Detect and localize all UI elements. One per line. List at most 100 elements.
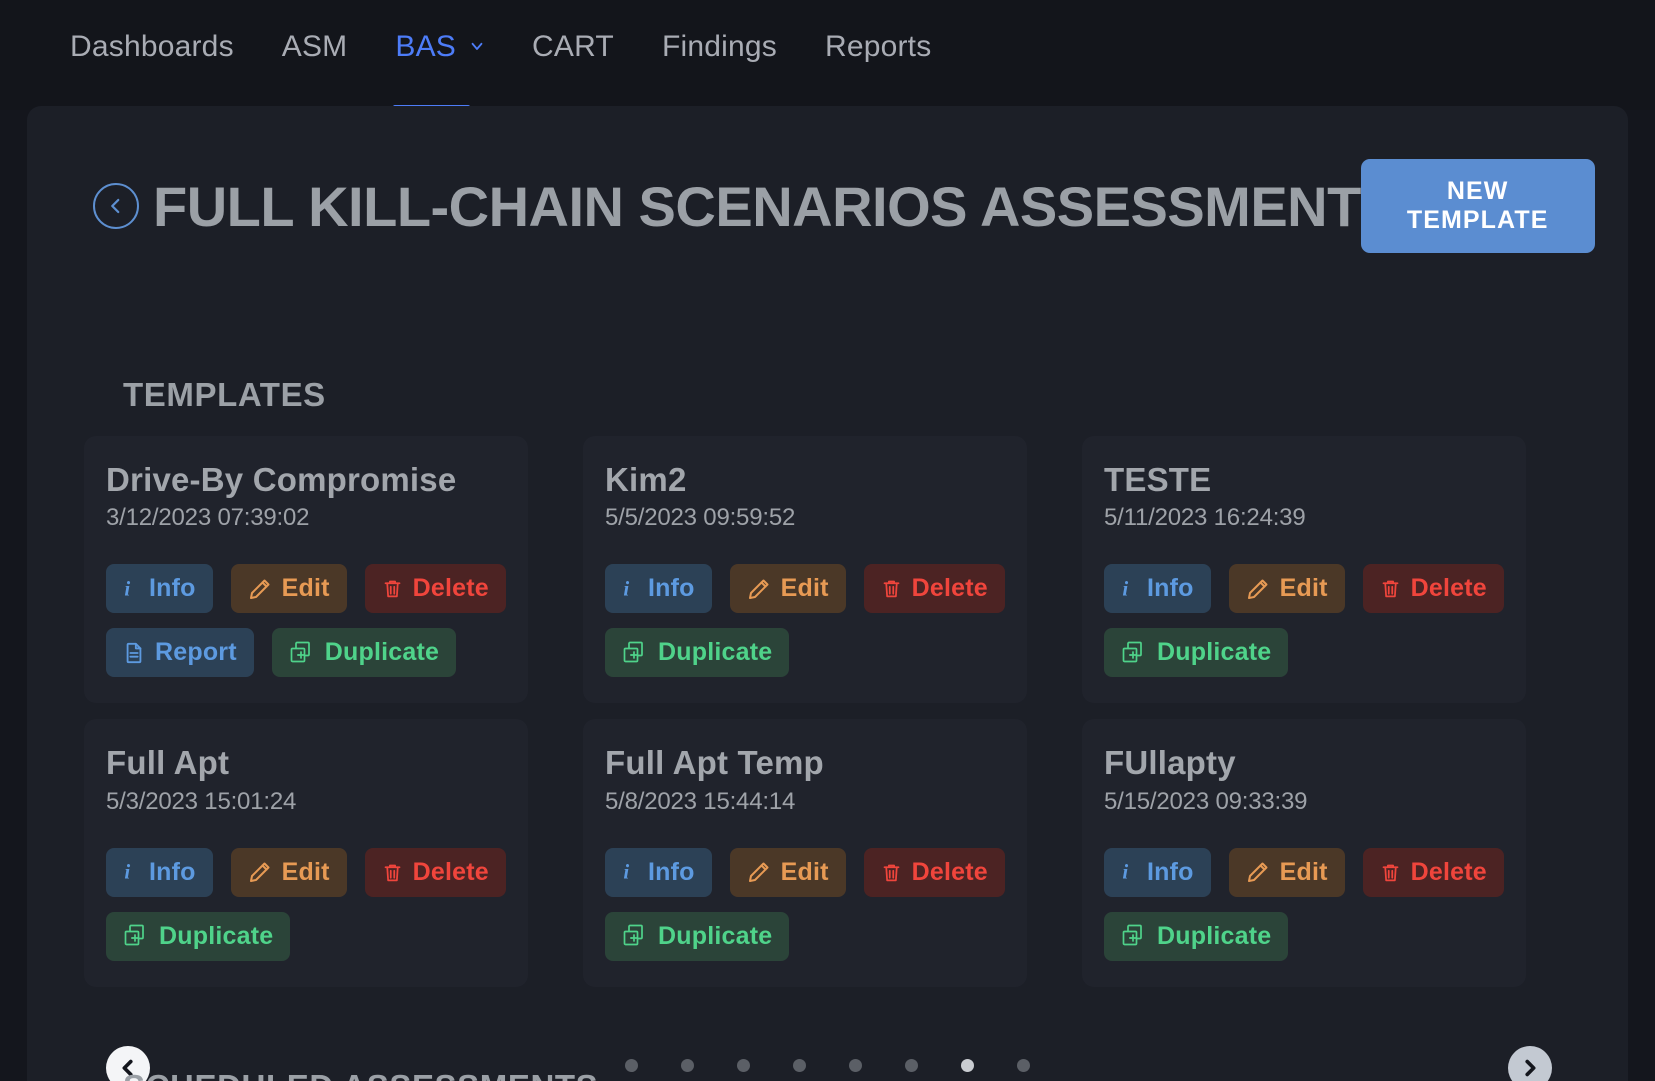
duplicate-button-label: Duplicate: [159, 921, 274, 950]
carousel-dot[interactable]: [961, 1059, 974, 1072]
duplicate-button[interactable]: Duplicate: [605, 911, 790, 961]
info-button[interactable]: i Info: [605, 847, 712, 897]
edit-icon: [747, 860, 771, 884]
edit-button[interactable]: Edit: [230, 564, 347, 614]
edit-button-label: Edit: [780, 574, 829, 603]
delete-button[interactable]: Delete: [1362, 564, 1504, 614]
report-button-label: Report: [155, 638, 237, 667]
title-wrap: FULL KILL-CHAIN SCENARIOS ASSESSMENT: [93, 174, 1361, 239]
info-button[interactable]: i Info: [1104, 847, 1211, 897]
template-card-actions: i Info Edit Delete Duplicate: [605, 847, 1005, 961]
carousel-dot[interactable]: [849, 1059, 862, 1072]
template-card-actions: i Info Edit Delete Duplicate: [1104, 564, 1504, 678]
delete-icon: [881, 861, 902, 884]
duplicate-button[interactable]: Duplicate: [1104, 911, 1289, 961]
template-card[interactable]: Kim2 5/5/2023 09:59:52 i Info Edit Delete Dupl…: [583, 436, 1027, 704]
info-button-label: Info: [648, 574, 695, 603]
main-panel: FULL KILL-CHAIN SCENARIOS ASSESSMENT NEW…: [27, 106, 1628, 1081]
delete-button-label: Delete: [412, 857, 489, 886]
templates-section-label: TEMPLATES: [123, 376, 326, 413]
nav-item-dashboards[interactable]: Dashboards: [70, 26, 234, 64]
nav-item-cart[interactable]: CART: [532, 26, 614, 64]
template-card-title: TESTE: [1104, 461, 1212, 498]
template-card-date: 5/11/2023 16:24:39: [1104, 504, 1306, 532]
duplicate-button-label: Duplicate: [1157, 638, 1272, 667]
carousel-dot[interactable]: [1017, 1059, 1030, 1072]
info-button[interactable]: i Info: [106, 564, 213, 614]
carousel-dot[interactable]: [681, 1059, 694, 1072]
delete-button[interactable]: Delete: [364, 847, 506, 897]
delete-button[interactable]: Delete: [863, 847, 1005, 897]
delete-button-label: Delete: [911, 857, 988, 886]
edit-button[interactable]: Edit: [1228, 564, 1345, 614]
edit-button[interactable]: Edit: [729, 564, 846, 614]
duplicate-button[interactable]: Duplicate: [106, 911, 291, 961]
template-card-date: 3/12/2023 07:39:02: [106, 504, 310, 532]
template-card[interactable]: FUllapty 5/15/2023 09:33:39 i Info Edit Delet…: [1082, 719, 1526, 987]
carousel-dot[interactable]: [625, 1059, 638, 1072]
template-card-title: FUllapty: [1104, 744, 1236, 782]
template-card[interactable]: Full Apt Temp 5/8/2023 15:44:14 i Info Edit D…: [583, 719, 1027, 987]
info-button[interactable]: i Info: [605, 564, 712, 614]
carousel-dot[interactable]: [793, 1059, 806, 1072]
nav-item-findings[interactable]: Findings: [662, 26, 777, 64]
duplicate-button-label: Duplicate: [658, 921, 773, 950]
duplicate-button[interactable]: Duplicate: [271, 628, 457, 678]
edit-icon: [747, 577, 771, 601]
duplicate-button[interactable]: Duplicate: [1104, 628, 1289, 678]
edit-icon: [248, 860, 272, 884]
duplicate-icon: [123, 923, 149, 949]
edit-button-label: Edit: [780, 857, 829, 886]
duplicate-button-label: Duplicate: [658, 638, 773, 667]
page-title: FULL KILL-CHAIN SCENARIOS ASSESSMENT: [153, 174, 1361, 238]
panel-header: FULL KILL-CHAIN SCENARIOS ASSESSMENT NEW…: [93, 159, 1595, 253]
report-icon: [123, 641, 145, 665]
delete-icon: [1380, 577, 1401, 600]
duplicate-icon: [289, 640, 315, 666]
delete-icon: [382, 577, 403, 600]
nav-item-label: Reports: [824, 30, 932, 63]
duplicate-icon: [622, 923, 648, 949]
template-card[interactable]: Drive-By Compromise 3/12/2023 07:39:02 i In…: [84, 436, 528, 704]
top-navigation: Dashboards ASM BAS CART Findings Reports: [0, 0, 1655, 110]
delete-button-label: Delete: [412, 574, 489, 603]
template-card-title: Full Apt Temp: [605, 744, 824, 782]
duplicate-icon: [1121, 640, 1147, 666]
delete-button[interactable]: Delete: [863, 564, 1005, 614]
report-button[interactable]: Report: [106, 628, 254, 678]
duplicate-button[interactable]: Duplicate: [605, 628, 790, 678]
nav-item-asm[interactable]: ASM: [282, 26, 348, 64]
delete-button[interactable]: Delete: [364, 564, 506, 614]
info-icon: i: [123, 578, 139, 600]
template-card[interactable]: TESTE 5/11/2023 16:24:39 i Info Edit Delete Du…: [1082, 436, 1526, 704]
svg-text:i: i: [623, 578, 629, 600]
nav-item-reports[interactable]: Reports: [825, 26, 931, 64]
info-button[interactable]: i Info: [1104, 564, 1211, 614]
carousel-dot[interactable]: [737, 1059, 750, 1072]
chevron-left-circle-icon[interactable]: [93, 183, 139, 229]
template-card-actions: i Info Edit Delete Duplicate: [1104, 847, 1504, 961]
scheduled-section-label: SCHEDULED ASSESSMENTS: [123, 1068, 598, 1081]
svg-text:i: i: [124, 861, 130, 883]
info-button-label: Info: [1147, 857, 1194, 886]
svg-text:i: i: [1122, 578, 1128, 600]
template-card[interactable]: Full Apt 5/3/2023 15:01:24 i Info Edit Delete…: [84, 719, 528, 987]
delete-icon: [881, 577, 902, 600]
nav-item-label: Findings: [661, 30, 777, 63]
info-icon: i: [1121, 861, 1137, 883]
edit-button[interactable]: Edit: [729, 847, 846, 897]
info-button[interactable]: i Info: [106, 847, 213, 897]
delete-button[interactable]: Delete: [1362, 847, 1504, 897]
carousel-dot[interactable]: [905, 1059, 918, 1072]
delete-icon: [1380, 861, 1401, 884]
template-card-date: 5/5/2023 09:59:52: [605, 504, 796, 532]
nav-item-bas[interactable]: BAS: [393, 26, 484, 109]
template-card-actions: i Info Edit Delete Report Duplicate: [106, 564, 506, 678]
chevron-down-icon[interactable]: [468, 37, 484, 53]
edit-button[interactable]: Edit: [230, 847, 347, 897]
new-template-button[interactable]: NEW TEMPLATE: [1360, 159, 1595, 253]
edit-button[interactable]: Edit: [1228, 847, 1345, 897]
template-card-title: Kim2: [605, 461, 687, 498]
info-icon: i: [123, 861, 139, 883]
delete-button-label: Delete: [911, 574, 988, 603]
